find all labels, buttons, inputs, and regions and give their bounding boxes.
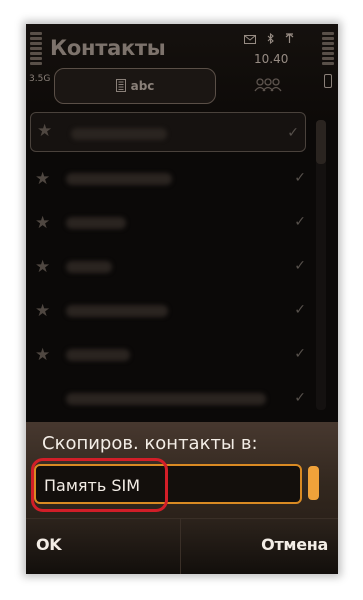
check-icon: ✓ xyxy=(294,170,306,186)
contact-name-obscured xyxy=(66,173,172,185)
contact-name-obscured xyxy=(66,217,126,229)
tab-abc-label: abc xyxy=(130,79,155,93)
contact-row[interactable]: ★ ✓ xyxy=(30,112,306,152)
check-icon: ✓ xyxy=(294,258,306,274)
network-type-label: 3.5G xyxy=(29,74,51,84)
page-title: Контакты xyxy=(50,36,166,60)
tab-abc[interactable]: abc xyxy=(54,68,216,104)
status-bar: 3.5G Контакты 10.40 abc xyxy=(26,24,338,120)
list-scrollbar-thumb[interactable] xyxy=(316,120,326,164)
battery-icon xyxy=(324,74,332,88)
softkey-divider xyxy=(180,519,181,574)
check-icon: ✓ xyxy=(294,302,306,318)
contact-row[interactable]: ★ ✓ xyxy=(26,290,312,334)
contact-row[interactable]: ✓ xyxy=(26,378,312,422)
star-icon: ★ xyxy=(35,257,51,277)
star-icon: ★ xyxy=(35,345,51,365)
check-icon: ✓ xyxy=(294,390,306,406)
contact-name-obscured xyxy=(66,305,168,317)
check-icon: ✓ xyxy=(287,125,299,141)
signal-strength-icon xyxy=(30,32,42,67)
contact-name-obscured xyxy=(66,261,112,273)
phone-screen: 3.5G Контакты 10.40 abc ★ ✓ ★ ✓ ★ ✓ ★ ✓ … xyxy=(26,24,338,574)
ok-button[interactable]: OK xyxy=(36,535,62,554)
check-icon: ✓ xyxy=(294,214,306,230)
dialog-prompt: Скопиров. контакты в: xyxy=(42,433,258,454)
contact-row[interactable]: ★ ✓ xyxy=(26,202,312,246)
contact-row[interactable]: ★ ✓ xyxy=(26,158,312,202)
bluetooth-icon xyxy=(267,32,274,47)
contact-name-obscured xyxy=(71,128,167,140)
battery-level-icon xyxy=(322,32,334,67)
check-icon: ✓ xyxy=(294,346,306,362)
contacts-book-icon xyxy=(115,77,126,96)
contact-list: ★ ✓ ★ ✓ ★ ✓ ★ ✓ ★ ✓ ★ ✓ ✓ xyxy=(26,112,338,412)
clock: 10.40 xyxy=(254,52,289,66)
contact-row[interactable]: ★ ✓ xyxy=(26,246,312,290)
tab-groups[interactable] xyxy=(218,68,318,104)
antenna-icon xyxy=(285,33,294,47)
star-icon: ★ xyxy=(35,213,51,233)
star-icon: ★ xyxy=(35,301,51,321)
destination-value[interactable]: Память SIM xyxy=(44,476,140,495)
groups-icon xyxy=(254,77,282,96)
contact-name-obscured xyxy=(66,393,266,405)
star-icon: ★ xyxy=(35,169,51,189)
cancel-button[interactable]: Отмена xyxy=(261,535,328,554)
softkey-bar: OK Отмена xyxy=(26,518,338,574)
indicator-icons xyxy=(244,32,294,47)
dialog-scrollbar[interactable] xyxy=(308,466,319,500)
contact-row[interactable]: ★ ✓ xyxy=(26,334,312,378)
envelope-icon xyxy=(244,33,256,47)
contact-name-obscured xyxy=(66,349,130,361)
star-icon: ★ xyxy=(37,121,53,141)
